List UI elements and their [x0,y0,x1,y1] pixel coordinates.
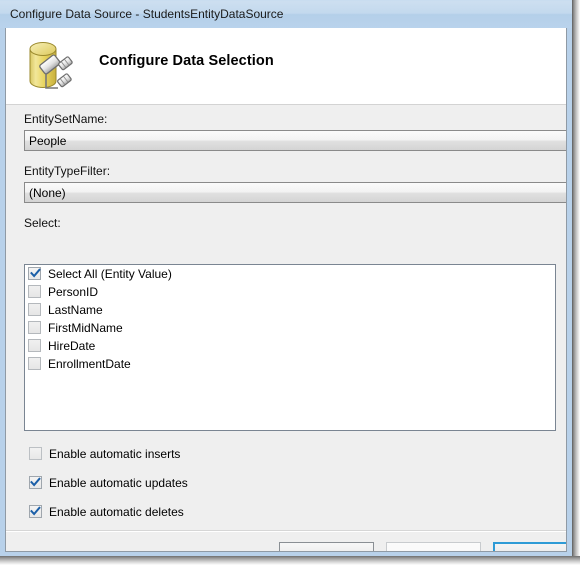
footer-separator [6,530,566,532]
dialog-body: EntitySetName: People EntityTypeFilter: … [6,106,566,551]
checkbox-icon[interactable] [28,285,41,298]
select-list-item[interactable]: PersonID [25,283,555,301]
entity-type-filter-label: EntityTypeFilter: [24,164,111,178]
next-button: Next > [386,542,481,551]
entity-type-filter-value: (None) [29,186,66,200]
checkbox-icon[interactable] [28,321,41,334]
checkbox-icon[interactable] [28,303,41,316]
entity-set-name-value: People [29,134,67,148]
title-bar[interactable]: Configure Data Source - StudentsEntityDa… [0,1,572,28]
checkbox-icon[interactable] [29,505,42,518]
select-columns-listbox[interactable]: Select All (Entity Value) PersonID LastNam… [24,264,556,431]
checkbox-icon[interactable] [28,339,41,352]
option-label: Enable automatic inserts [49,447,181,461]
database-configure-icon [20,36,82,98]
select-list-item-label: FirstMidName [48,321,123,335]
select-list-item-label: PersonID [48,285,99,299]
select-list-item-label: EnrollmentDate [48,357,131,371]
select-list-item[interactable]: EnrollmentDate [25,355,555,373]
select-list-item-label: LastName [48,303,103,317]
select-list-item[interactable]: Select All (Entity Value) [25,265,555,283]
select-list-item[interactable]: FirstMidName [25,319,555,337]
window-title: Configure Data Source - StudentsEntityDa… [10,7,284,21]
select-list: Select All (Entity Value) PersonID LastNam… [25,265,555,373]
finish-button[interactable]: Finish [493,542,566,551]
window-shadow-bottom [0,556,580,565]
select-list-item[interactable]: LastName [25,301,555,319]
window-frame: Configure Data Source - StudentsEntityDa… [0,0,572,556]
page-title: Configure Data Selection [99,53,274,69]
previous-button[interactable]: < Previous [279,542,374,551]
option-label: Enable automatic deletes [49,505,184,519]
select-list-item-label: Select All (Entity Value) [48,267,172,281]
window-shadow-right [572,0,580,560]
checkbox-icon[interactable] [28,357,41,370]
select-list-item[interactable]: HireDate [25,337,555,355]
checkbox-icon[interactable] [29,447,42,460]
select-label: Select: [24,216,61,230]
header-banner: Configure Data Selection [6,28,566,105]
select-list-item-label: HireDate [48,339,96,353]
option-label: Enable automatic updates [49,476,188,490]
entity-set-name-combo[interactable]: People [24,130,566,151]
checkbox-icon[interactable] [29,476,42,489]
entity-set-name-label: EntitySetName: [24,112,108,126]
entity-type-filter-combo[interactable]: (None) [24,182,566,203]
checkbox-icon[interactable] [28,267,41,280]
dialog-client-area: Configure Data Selection EntitySetName: … [5,28,567,552]
